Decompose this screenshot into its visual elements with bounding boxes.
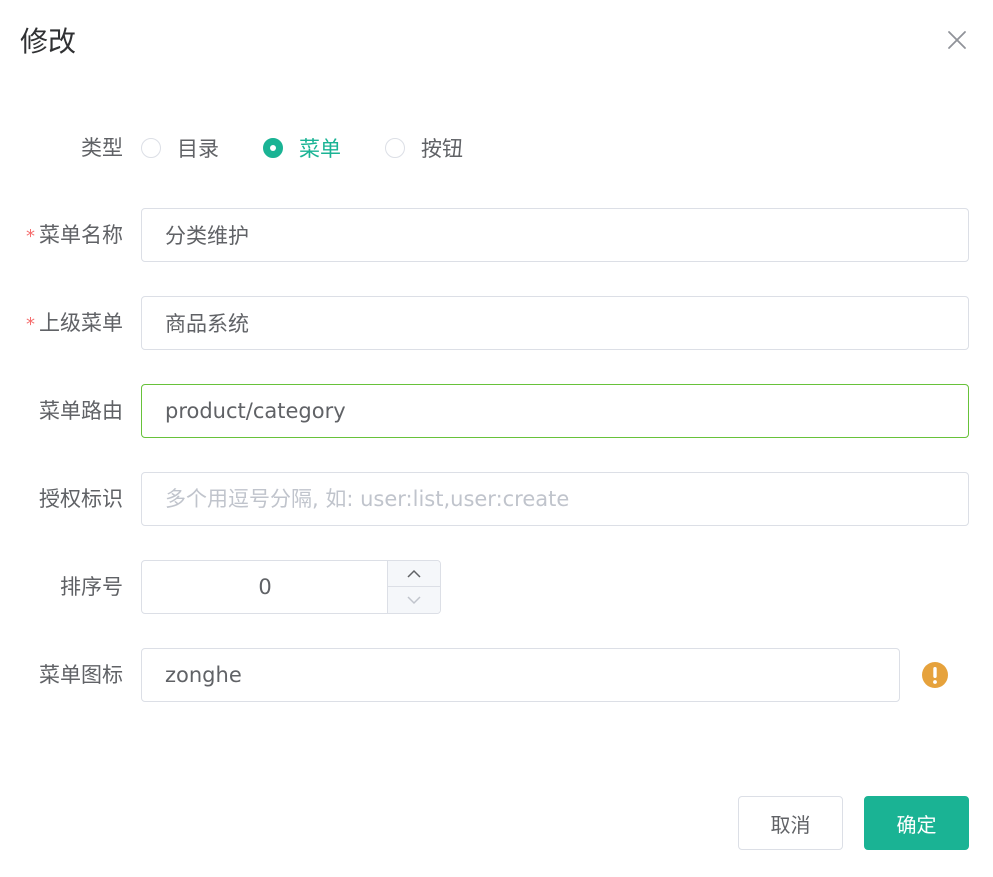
- radio-label[interactable]: 目录: [177, 133, 219, 163]
- close-icon[interactable]: [945, 28, 969, 52]
- menu-name-input[interactable]: [141, 208, 969, 262]
- parent-menu-label: * 上级菜单: [0, 296, 123, 350]
- menu-name-row: * 菜单名称: [0, 208, 993, 262]
- increase-button[interactable]: [388, 561, 440, 587]
- permission-input[interactable]: [141, 472, 969, 526]
- decrease-button[interactable]: [388, 587, 440, 613]
- sort-order-number-input[interactable]: 0: [141, 560, 441, 614]
- warning-icon[interactable]: [921, 661, 949, 689]
- radio-circle[interactable]: [263, 138, 283, 158]
- radio-circle[interactable]: [385, 138, 405, 158]
- radio-button[interactable]: 按钮: [385, 133, 463, 163]
- parent-menu-row: * 上级菜单: [0, 296, 993, 350]
- edit-menu-dialog: 修改 类型 目录 菜单 按钮 *菜单名称 *: [0, 0, 993, 877]
- radio-label[interactable]: 按钮: [421, 133, 463, 163]
- required-mark: *: [26, 314, 35, 335]
- dialog-title: 修改: [20, 25, 77, 58]
- menu-icon-input[interactable]: [141, 648, 900, 702]
- menu-icon-row: 菜单图标: [0, 648, 993, 702]
- confirm-button[interactable]: 确定: [864, 796, 969, 850]
- radio-directory[interactable]: 目录: [141, 133, 219, 163]
- chevron-down-icon: [407, 596, 421, 605]
- quantity-stepper: [387, 561, 440, 613]
- type-label: 类型: [81, 136, 123, 160]
- permission-row: 授权标识: [0, 472, 993, 526]
- radio-menu[interactable]: 菜单: [263, 133, 341, 163]
- parent-menu-input[interactable]: [141, 296, 969, 350]
- radio-circle[interactable]: [141, 138, 161, 158]
- required-mark: *: [26, 226, 35, 247]
- type-row: 类型 目录 菜单 按钮: [0, 121, 993, 175]
- sort-order-label: 排序号: [60, 575, 123, 599]
- sort-order-row: 排序号 0: [0, 560, 993, 614]
- menu-name-label: * 菜单名称: [0, 208, 123, 262]
- menu-route-label: 菜单路由: [39, 399, 123, 423]
- menu-name-label-text: 菜单名称: [39, 223, 123, 247]
- menu-icon-label: 菜单图标: [39, 663, 123, 687]
- type-radio-group: 目录 菜单 按钮: [141, 121, 507, 175]
- sort-order-value[interactable]: 0: [142, 561, 388, 613]
- parent-menu-label-text: 上级菜单: [39, 311, 123, 335]
- menu-route-input[interactable]: [141, 384, 969, 438]
- radio-label[interactable]: 菜单: [299, 133, 341, 163]
- permission-label: 授权标识: [39, 487, 123, 511]
- menu-route-row: 菜单路由: [0, 384, 993, 438]
- chevron-up-icon: [407, 569, 421, 578]
- cancel-button[interactable]: 取消: [738, 796, 843, 850]
